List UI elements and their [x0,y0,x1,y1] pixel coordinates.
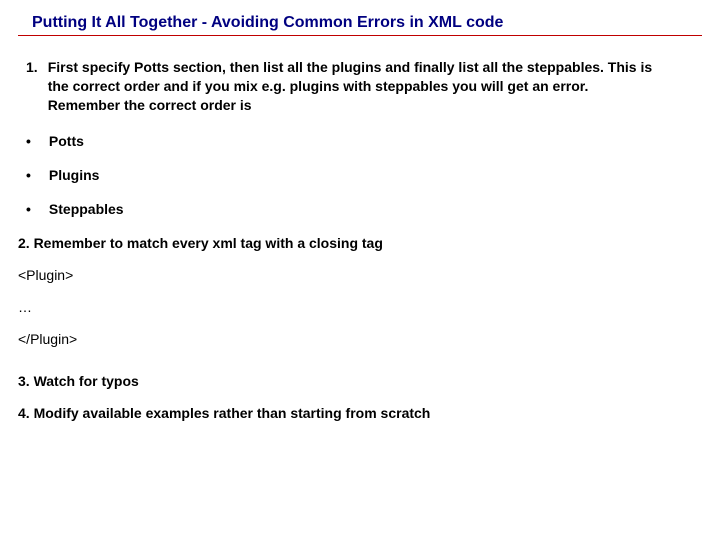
bullet-label: Plugins [49,167,100,183]
bullet-dot: • [26,201,31,217]
list-item-1-number: 1. [26,58,38,115]
bullet-dot: • [26,133,31,149]
list-item-1-text: First specify Potts section, then list a… [48,58,702,115]
list-item-2: 2. Remember to match every xml tag with … [18,235,702,251]
title-underline [18,35,702,36]
xml-open-tag: <Plugin> [18,267,702,283]
xml-ellipsis: … [18,299,702,315]
slide-title: Putting It All Together - Avoiding Commo… [32,14,702,32]
xml-close-tag: </Plugin> [18,331,702,347]
bullet-label: Potts [49,133,84,149]
list-item-4: 4. Modify available examples rather than… [18,405,702,421]
list-item-1: 1. First specify Potts section, then lis… [18,58,702,115]
bullet-potts: • Potts [18,133,702,149]
bullet-plugins: • Plugins [18,167,702,183]
list-item-3: 3. Watch for typos [18,373,702,389]
bullet-dot: • [26,167,31,183]
bullet-label: Steppables [49,201,124,217]
bullet-steppables: • Steppables [18,201,702,217]
